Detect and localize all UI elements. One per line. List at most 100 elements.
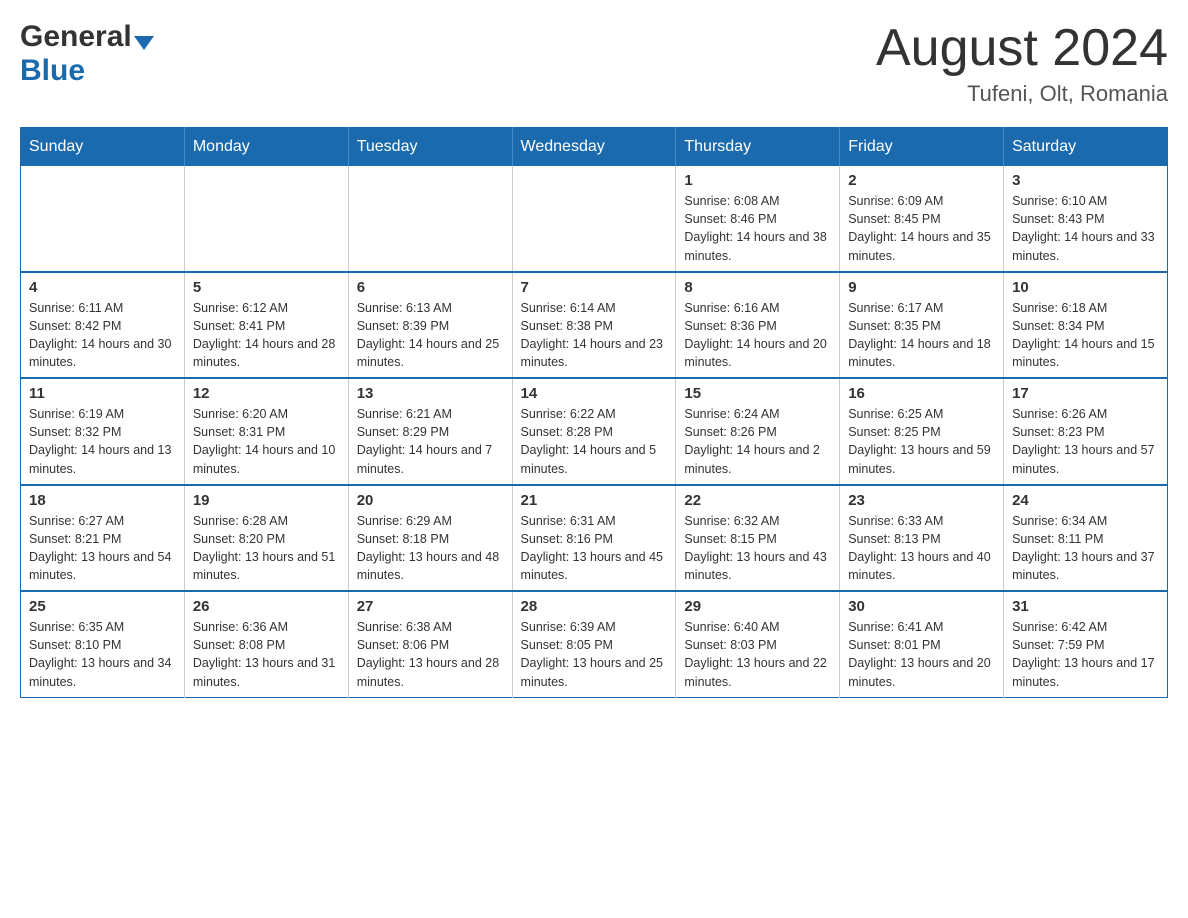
calendar-cell: 18Sunrise: 6:27 AM Sunset: 8:21 PM Dayli… — [21, 485, 185, 592]
calendar-week-row: 11 Sunrise: 6:19 AM Sunset: 8:32 PM Dayli… — [21, 378, 1168, 485]
day-info: Sunrise: 6:16 AM Sunset: 8:36 PM Dayligh… — [684, 299, 831, 372]
calendar-cell: 15 Sunrise: 6:24 AM Sunset: 8:26 PM Dayli… — [676, 378, 840, 485]
calendar-header-row: SundayMondayTuesdayWednesdayThursdayFrid… — [21, 128, 1168, 167]
calendar-cell: 7 Sunrise: 6:14 AM Sunset: 8:38 PM Daylig… — [512, 272, 676, 379]
day-number: 22 — [684, 492, 831, 509]
day-info: Sunrise: 6:42 AM Sunset: 7:59 PM Dayligh… — [1012, 618, 1159, 691]
calendar-cell: 8 Sunrise: 6:16 AM Sunset: 8:36 PM Daylig… — [676, 272, 840, 379]
day-info: Sunrise: 6:11 AM Sunset: 8:42 PM Dayligh… — [29, 299, 176, 372]
day-number: 19 — [193, 492, 340, 509]
day-info: Sunrise: 6:13 AM Sunset: 8:39 PM Dayligh… — [357, 299, 504, 372]
day-number: 13 — [357, 385, 504, 402]
day-info: Sunrise: 6:27 AM Sunset: 8:21 PM Dayligh… — [29, 512, 176, 585]
calendar-week-row: 1 Sunrise: 6:08 AM Sunset: 8:46 PM Daylig… — [21, 166, 1168, 272]
day-info: Sunrise: 6:09 AM Sunset: 8:45 PM Dayligh… — [848, 192, 995, 265]
logo-general-row: General — [20, 20, 154, 54]
day-info: Sunrise: 6:33 AM Sunset: 8:13 PM Dayligh… — [848, 512, 995, 585]
calendar-cell: 10 Sunrise: 6:18 AM Sunset: 8:34 PM Dayli… — [1004, 272, 1168, 379]
title-section: August 2024 Tufeni, Olt, Romania — [876, 20, 1168, 107]
calendar-cell: 24 Sunrise: 6:34 AM Sunset: 8:11 PM Dayli… — [1004, 485, 1168, 592]
calendar-cell: 21Sunrise: 6:31 AM Sunset: 8:16 PM Dayli… — [512, 485, 676, 592]
calendar-header-wednesday: Wednesday — [512, 128, 676, 167]
logo-blue-text: Blue — [20, 54, 85, 87]
logo-triangle-icon — [134, 36, 154, 50]
day-info: Sunrise: 6:35 AM Sunset: 8:10 PM Dayligh… — [29, 618, 176, 691]
calendar-cell: 1 Sunrise: 6:08 AM Sunset: 8:46 PM Daylig… — [676, 166, 840, 272]
calendar-table: SundayMondayTuesdayWednesdayThursdayFrid… — [20, 127, 1168, 698]
day-info: Sunrise: 6:22 AM Sunset: 8:28 PM Dayligh… — [521, 405, 668, 478]
calendar-cell: 17Sunrise: 6:26 AM Sunset: 8:23 PM Dayli… — [1004, 378, 1168, 485]
day-number: 9 — [848, 279, 995, 296]
calendar-cell: 23 Sunrise: 6:33 AM Sunset: 8:13 PM Dayli… — [840, 485, 1004, 592]
calendar-cell: 16 Sunrise: 6:25 AM Sunset: 8:25 PM Dayli… — [840, 378, 1004, 485]
calendar-week-row: 18Sunrise: 6:27 AM Sunset: 8:21 PM Dayli… — [21, 485, 1168, 592]
day-number: 15 — [684, 385, 831, 402]
day-number: 1 — [684, 172, 831, 189]
day-info: Sunrise: 6:19 AM Sunset: 8:32 PM Dayligh… — [29, 405, 176, 478]
day-number: 4 — [29, 279, 176, 296]
logo-general-text: General — [20, 20, 132, 53]
logo-blue-row: Blue — [20, 54, 85, 88]
day-info: Sunrise: 6:08 AM Sunset: 8:46 PM Dayligh… — [684, 192, 831, 265]
day-number: 17 — [1012, 385, 1159, 402]
day-info: Sunrise: 6:18 AM Sunset: 8:34 PM Dayligh… — [1012, 299, 1159, 372]
calendar-cell: 31 Sunrise: 6:42 AM Sunset: 7:59 PM Dayli… — [1004, 591, 1168, 697]
calendar-cell — [21, 166, 185, 272]
day-info: Sunrise: 6:12 AM Sunset: 8:41 PM Dayligh… — [193, 299, 340, 372]
calendar-cell: 30Sunrise: 6:41 AM Sunset: 8:01 PM Dayli… — [840, 591, 1004, 697]
calendar-cell: 9 Sunrise: 6:17 AM Sunset: 8:35 PM Daylig… — [840, 272, 1004, 379]
day-number: 24 — [1012, 492, 1159, 509]
day-number: 12 — [193, 385, 340, 402]
day-number: 8 — [684, 279, 831, 296]
day-number: 7 — [521, 279, 668, 296]
day-info: Sunrise: 6:20 AM Sunset: 8:31 PM Dayligh… — [193, 405, 340, 478]
day-number: 26 — [193, 598, 340, 615]
calendar-week-row: 4 Sunrise: 6:11 AM Sunset: 8:42 PM Daylig… — [21, 272, 1168, 379]
day-info: Sunrise: 6:24 AM Sunset: 8:26 PM Dayligh… — [684, 405, 831, 478]
day-info: Sunrise: 6:17 AM Sunset: 8:35 PM Dayligh… — [848, 299, 995, 372]
day-number: 6 — [357, 279, 504, 296]
month-title: August 2024 — [876, 20, 1168, 77]
calendar-cell: 4 Sunrise: 6:11 AM Sunset: 8:42 PM Daylig… — [21, 272, 185, 379]
day-info: Sunrise: 6:31 AM Sunset: 8:16 PM Dayligh… — [521, 512, 668, 585]
calendar-cell: 28Sunrise: 6:39 AM Sunset: 8:05 PM Dayli… — [512, 591, 676, 697]
calendar-cell: 20Sunrise: 6:29 AM Sunset: 8:18 PM Dayli… — [348, 485, 512, 592]
day-number: 16 — [848, 385, 995, 402]
day-info: Sunrise: 6:28 AM Sunset: 8:20 PM Dayligh… — [193, 512, 340, 585]
calendar-cell: 12 Sunrise: 6:20 AM Sunset: 8:31 PM Dayli… — [184, 378, 348, 485]
location-title: Tufeni, Olt, Romania — [876, 81, 1168, 107]
calendar-header-tuesday: Tuesday — [348, 128, 512, 167]
day-number: 3 — [1012, 172, 1159, 189]
calendar-header-saturday: Saturday — [1004, 128, 1168, 167]
logo: General Blue — [20, 20, 154, 88]
day-number: 25 — [29, 598, 176, 615]
day-info: Sunrise: 6:25 AM Sunset: 8:25 PM Dayligh… — [848, 405, 995, 478]
day-info: Sunrise: 6:39 AM Sunset: 8:05 PM Dayligh… — [521, 618, 668, 691]
calendar-cell: 27Sunrise: 6:38 AM Sunset: 8:06 PM Dayli… — [348, 591, 512, 697]
calendar-cell: 22 Sunrise: 6:32 AM Sunset: 8:15 PM Dayli… — [676, 485, 840, 592]
calendar-cell — [348, 166, 512, 272]
day-info: Sunrise: 6:34 AM Sunset: 8:11 PM Dayligh… — [1012, 512, 1159, 585]
calendar-cell: 3Sunrise: 6:10 AM Sunset: 8:43 PM Daylig… — [1004, 166, 1168, 272]
day-number: 31 — [1012, 598, 1159, 615]
day-number: 5 — [193, 279, 340, 296]
calendar-cell: 6 Sunrise: 6:13 AM Sunset: 8:39 PM Daylig… — [348, 272, 512, 379]
calendar-cell: 29 Sunrise: 6:40 AM Sunset: 8:03 PM Dayli… — [676, 591, 840, 697]
calendar-week-row: 25 Sunrise: 6:35 AM Sunset: 8:10 PM Dayli… — [21, 591, 1168, 697]
day-info: Sunrise: 6:14 AM Sunset: 8:38 PM Dayligh… — [521, 299, 668, 372]
calendar-cell — [184, 166, 348, 272]
day-info: Sunrise: 6:32 AM Sunset: 8:15 PM Dayligh… — [684, 512, 831, 585]
day-info: Sunrise: 6:41 AM Sunset: 8:01 PM Dayligh… — [848, 618, 995, 691]
day-number: 10 — [1012, 279, 1159, 296]
day-number: 29 — [684, 598, 831, 615]
calendar-cell — [512, 166, 676, 272]
day-info: Sunrise: 6:36 AM Sunset: 8:08 PM Dayligh… — [193, 618, 340, 691]
page-header: General Blue August 2024 Tufeni, Olt, Ro… — [20, 20, 1168, 107]
day-number: 20 — [357, 492, 504, 509]
calendar-cell: 25 Sunrise: 6:35 AM Sunset: 8:10 PM Dayli… — [21, 591, 185, 697]
day-number: 11 — [29, 385, 176, 402]
day-number: 14 — [521, 385, 668, 402]
day-number: 23 — [848, 492, 995, 509]
day-info: Sunrise: 6:40 AM Sunset: 8:03 PM Dayligh… — [684, 618, 831, 691]
calendar-cell: 13Sunrise: 6:21 AM Sunset: 8:29 PM Dayli… — [348, 378, 512, 485]
